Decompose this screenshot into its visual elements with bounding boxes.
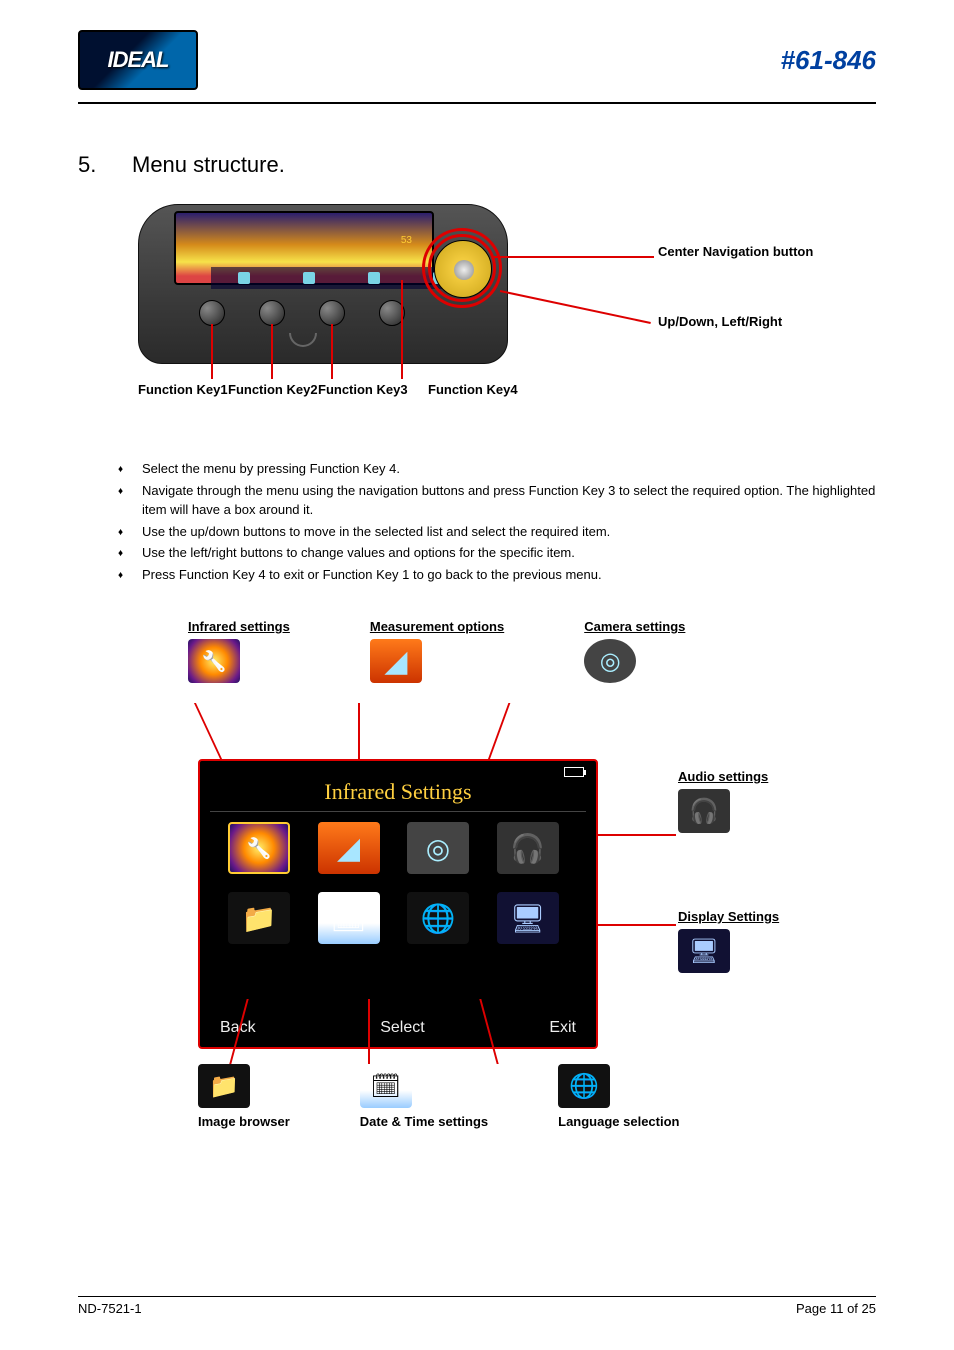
logo-text: IDEAL <box>108 47 169 73</box>
measurement-options-icon <box>370 639 422 683</box>
menu-title: Infrared Settings <box>210 779 586 812</box>
grid-display-icon[interactable] <box>497 892 559 944</box>
callout-datetime: Date & Time settings <box>360 1064 488 1134</box>
menu-icon-grid <box>210 822 586 944</box>
list-item: Use the up/down buttons to move in the s… <box>118 522 876 542</box>
battery-icon <box>564 767 584 777</box>
menu-figure: Infrared settings Measurement options Ca… <box>178 619 878 1189</box>
grid-camera-icon[interactable] <box>407 822 469 874</box>
callout-audio: Audio settings <box>678 769 768 833</box>
callout-line <box>368 999 370 1064</box>
language-selection-icon <box>558 1064 610 1108</box>
label-language: Language selection <box>558 1114 679 1130</box>
label-audio: Audio settings <box>678 769 768 784</box>
brand-logo: IDEAL <box>78 30 198 90</box>
grid-infrared-icon[interactable] <box>228 822 290 874</box>
function-key-2[interactable] <box>259 300 285 326</box>
label-infrared: Infrared settings <box>188 619 290 635</box>
footer-doc-id: ND-7521-1 <box>78 1301 142 1316</box>
menu-screen: Infrared Settings Back Select Exit <box>198 759 598 1049</box>
callout-line-fn2 <box>271 324 273 379</box>
callout-line-center-nav <box>494 256 654 258</box>
footer-page-number: Page 11 of 25 <box>796 1301 876 1316</box>
callout-camera: Camera settings <box>584 619 685 683</box>
label-datetime: Date & Time settings <box>360 1114 488 1130</box>
label-fn2: Function Key2 <box>228 382 318 399</box>
image-browser-icon <box>198 1064 250 1108</box>
callout-infrared: Infrared settings <box>188 619 290 683</box>
softkey-select[interactable]: Select <box>380 1019 424 1037</box>
label-fn4: Function Key4 <box>428 382 518 399</box>
function-key-1[interactable] <box>199 300 225 326</box>
infrared-settings-icon <box>188 639 240 683</box>
grid-measurement-icon[interactable] <box>318 822 380 874</box>
list-item: Press Function Key 4 to exit or Function… <box>118 565 876 585</box>
grid-image-browser-icon[interactable] <box>228 892 290 944</box>
callout-line-fn4 <box>401 280 403 379</box>
label-fn3: Function Key3 <box>318 382 408 399</box>
model-number: #61-846 <box>781 45 876 76</box>
list-item: Navigate through the menu using the navi… <box>118 481 876 520</box>
label-display: Display Settings <box>678 909 779 924</box>
callout-image-browser: Image browser <box>198 1064 290 1134</box>
label-updown: Up/Down, Left/Right <box>658 314 782 329</box>
audio-settings-icon <box>678 789 730 833</box>
label-center-nav: Center Navigation button <box>658 244 813 259</box>
device-figure: Function Key1 Function Key2 Function Key… <box>138 204 838 434</box>
label-measurement: Measurement options <box>370 619 504 635</box>
menu-footer: Back Select Exit <box>220 1019 576 1037</box>
label-image-browser: Image browser <box>198 1114 290 1130</box>
callout-line-fn3 <box>331 324 333 379</box>
instruction-list: Select the menu by pressing Function Key… <box>118 459 876 584</box>
display-settings-icon <box>678 929 730 973</box>
device-screen <box>174 211 434 285</box>
footer-rule <box>78 1296 876 1297</box>
list-item: Select the menu by pressing Function Key… <box>118 459 876 479</box>
page-header: IDEAL #61-846 <box>78 30 876 90</box>
callout-measurement: Measurement options <box>370 619 504 683</box>
power-button-outline <box>289 333 317 347</box>
header-rule <box>78 102 876 104</box>
callout-line-fn1 <box>211 324 213 379</box>
page-footer: ND-7521-1 Page 11 of 25 <box>78 1296 876 1316</box>
callout-ring-outer <box>422 228 502 308</box>
callout-display: Display Settings <box>678 909 779 973</box>
list-item: Use the left/right buttons to change val… <box>118 543 876 563</box>
camera-settings-icon <box>584 639 636 683</box>
callout-line-updown <box>500 290 651 324</box>
callout-language: Language selection <box>558 1064 679 1134</box>
grid-language-icon[interactable] <box>407 892 469 944</box>
softkey-exit[interactable]: Exit <box>549 1019 576 1037</box>
label-camera: Camera settings <box>584 619 685 635</box>
callout-line <box>598 834 676 836</box>
grid-audio-icon[interactable] <box>497 822 559 874</box>
grid-datetime-icon[interactable] <box>318 892 380 944</box>
section-title: Menu structure. <box>132 152 285 177</box>
function-key-3[interactable] <box>319 300 345 326</box>
label-fn1: Function Key1 <box>138 382 228 399</box>
section-number: 5. <box>78 152 132 178</box>
section-heading: 5.Menu structure. <box>78 152 876 178</box>
callout-line <box>598 924 676 926</box>
datetime-settings-icon <box>360 1064 412 1108</box>
